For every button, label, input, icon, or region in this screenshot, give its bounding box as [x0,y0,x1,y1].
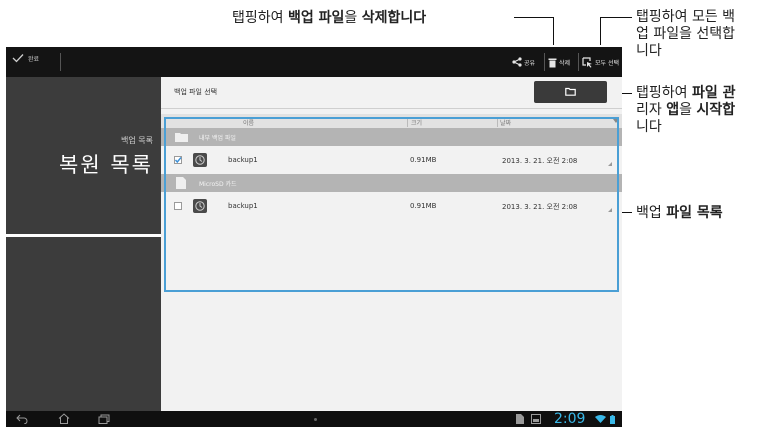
share-label: 공유 [524,59,536,67]
header-divider [161,108,622,109]
page-title: 백업 파일 선택 [174,88,218,96]
callout-select-all: 탭핑하여 모든 백 업 파일을 선택합 니다 [636,9,736,59]
file-list-highlight [164,117,619,292]
folder-icon [565,87,576,96]
check-icon [12,54,24,63]
callout-file-manager: 탭핑하여 파일 관 리자 앱을 시작합 니다 [636,85,736,135]
share-button[interactable]: 공유 [512,54,535,70]
leader-selectall-h [600,17,632,18]
recent-apps-icon[interactable] [98,414,110,424]
callout-delete: 탭핑하여 백업 파일을 삭제합니다 [232,10,427,26]
selected-tab-indicator [6,234,161,237]
delete-button[interactable]: 삭제 [548,54,570,70]
callout-file-list: 백업 파일 목록 [636,205,723,221]
done-button[interactable]: 완료 [12,53,39,66]
leader-selectall-v [600,17,601,45]
file-notification-icon [516,414,524,424]
screenshot-notification-icon [531,414,541,424]
navigation-bar [6,411,622,427]
done-label: 완료 [28,56,40,63]
select-all-label: 모두 선택 [595,59,619,67]
status-clock: 2:09 [554,411,586,427]
backup-list-tab[interactable]: 백업 목록 [121,135,153,146]
back-icon[interactable] [16,414,28,424]
share-icon [512,57,522,67]
action-bar: 완료 공유 삭제 모두 선택 [6,47,622,77]
nav-dot [314,418,317,421]
left-panel: 백업 목록 복원 목록 [6,77,161,411]
restore-list-title[interactable]: 복원 목록 [59,149,153,179]
actionbar-divider [578,53,579,71]
leader-delete-v [553,17,554,45]
trash-icon [548,58,557,67]
actionbar-divider [60,53,61,71]
select-all-icon [582,56,592,68]
leader-delete-h [514,17,554,18]
wifi-icon [595,415,606,423]
home-icon[interactable] [58,413,70,424]
battery-icon [610,415,615,424]
delete-label: 삭제 [559,59,571,67]
file-manager-button[interactable] [534,81,607,103]
select-all-button[interactable]: 모두 선택 [582,54,619,70]
actionbar-divider [544,53,545,71]
